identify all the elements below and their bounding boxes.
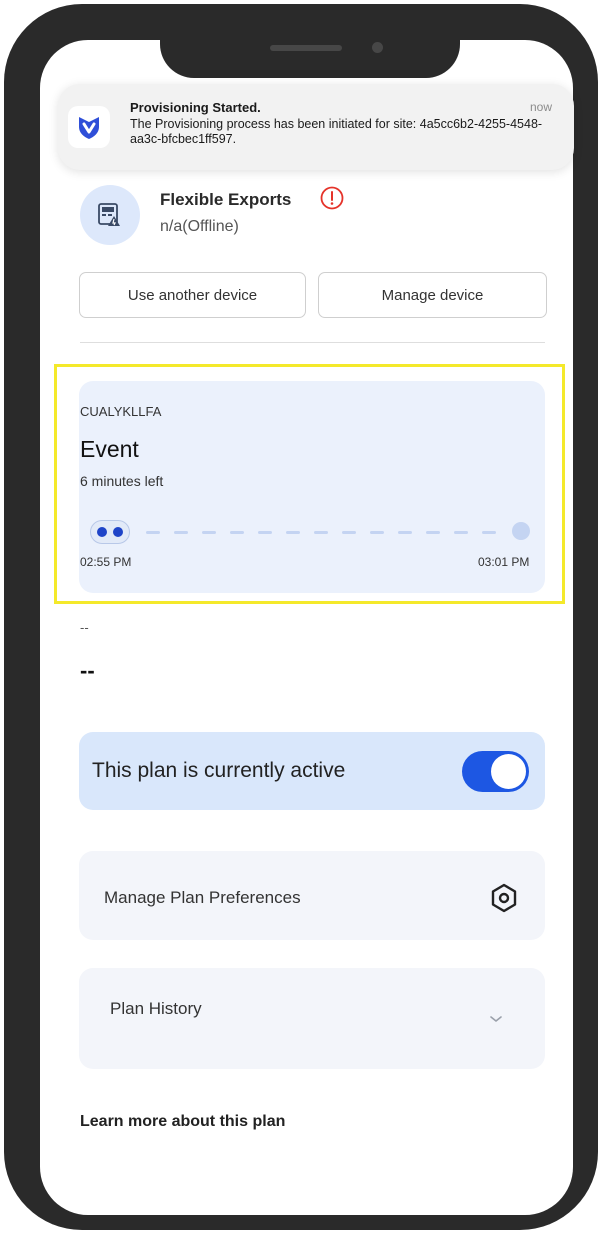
progress-segment <box>426 531 440 534</box>
event-remaining: 6 minutes left <box>80 473 164 489</box>
notification-time: now <box>529 100 552 114</box>
progress-segment <box>342 531 356 534</box>
alert-circle-icon[interactable] <box>320 186 344 215</box>
progress-segment <box>482 531 496 534</box>
event-start-time: 02:55 PM <box>80 555 132 569</box>
progress-dot <box>97 527 107 537</box>
plan-active-label: This plan is currently active <box>92 759 346 782</box>
progress-segment <box>146 531 160 534</box>
progress-segment <box>230 531 244 534</box>
plan-active-toggle[interactable] <box>462 751 529 792</box>
camera-icon <box>372 42 383 53</box>
learn-more-link[interactable]: Learn more about this plan <box>80 1113 285 1131</box>
device-status: n/a(Offline) <box>160 218 239 235</box>
progress-dot <box>113 527 123 537</box>
plan-subtitle: -- <box>80 620 89 635</box>
chevron-down-icon[interactable] <box>488 1011 504 1029</box>
notification-title: Provisioning Started. <box>130 100 261 115</box>
progress-segment <box>398 531 412 534</box>
event-code: CUALYKLLFA <box>80 404 162 419</box>
progress-end-dot <box>512 522 530 540</box>
divider <box>80 342 545 343</box>
progress-current-marker <box>90 520 130 544</box>
event-progress-track <box>80 520 540 546</box>
progress-segment <box>202 531 216 534</box>
settings-hex-icon[interactable] <box>490 883 518 918</box>
notification-body: The Provisioning process has been initia… <box>130 117 543 146</box>
plan-history-label: Plan History <box>110 999 202 1018</box>
push-notification[interactable]: Provisioning Started. now The Provisioni… <box>58 84 574 170</box>
progress-segment <box>174 531 188 534</box>
progress-segment <box>258 531 272 534</box>
event-end-time: 03:01 PM <box>478 555 530 569</box>
progress-segment <box>370 531 384 534</box>
progress-segment <box>314 531 328 534</box>
manage-device-button[interactable]: Manage device <box>318 272 547 318</box>
app-logo-icon <box>68 106 110 148</box>
manage-plan-preferences-label: Manage Plan Preferences <box>104 888 301 907</box>
toggle-knob <box>491 754 526 789</box>
plan-value: -- <box>80 658 95 683</box>
event-title: Event <box>80 436 139 462</box>
speaker-grille <box>270 45 342 51</box>
progress-segment <box>454 531 468 534</box>
use-another-device-button[interactable]: Use another device <box>79 272 306 318</box>
device-name: Flexible Exports <box>160 190 292 209</box>
phone-notch <box>160 28 460 78</box>
device-meter-icon <box>80 185 140 245</box>
progress-segment <box>286 531 300 534</box>
